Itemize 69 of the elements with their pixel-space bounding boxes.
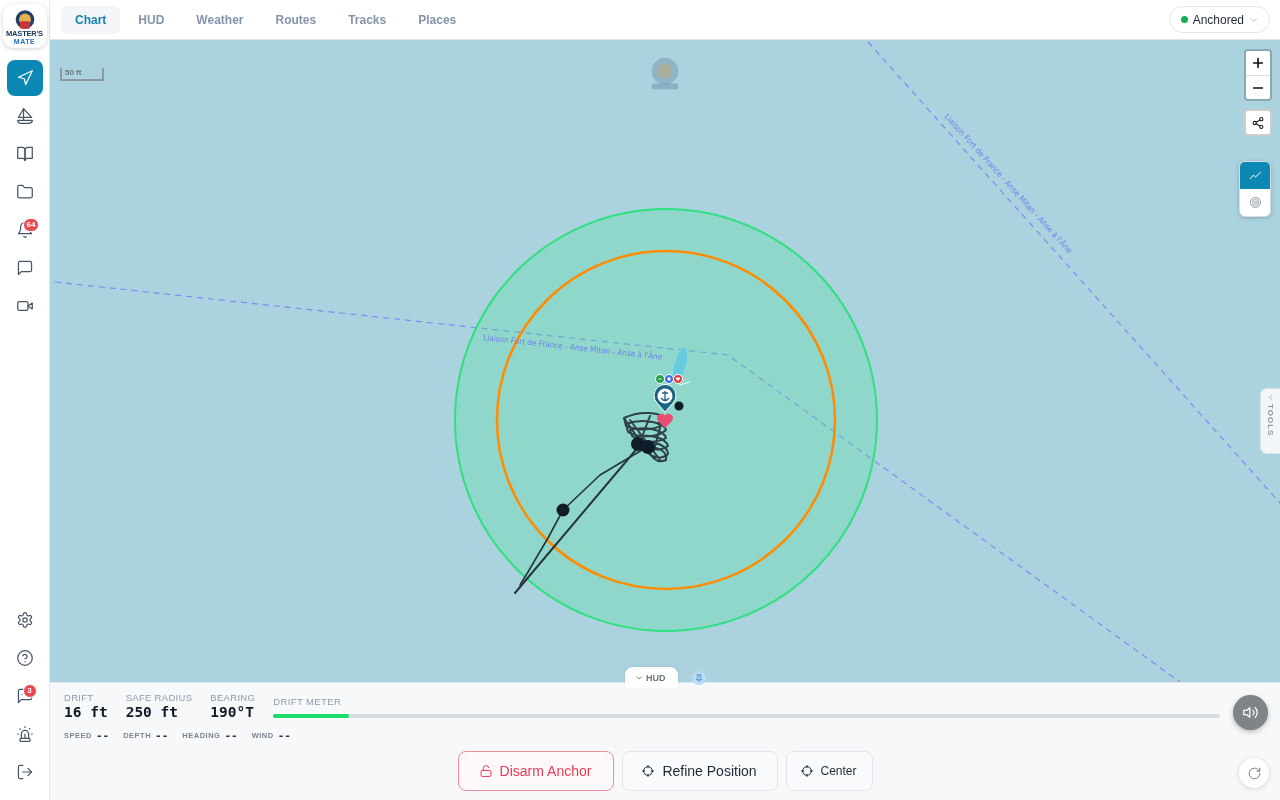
route-label: Liaison Fort de France - Anse Mitan - Anse à l'Âne [482, 333, 681, 364]
tab[interactable]: Chart [61, 5, 121, 34]
zoom-in-button[interactable] [1246, 51, 1270, 75]
stat-label: DRIFT [64, 692, 95, 703]
plus-icon [1252, 57, 1264, 69]
anchor-pin-icon [653, 383, 677, 413]
nav-item[interactable]: 64 [6, 212, 43, 248]
track-point-icon [556, 503, 570, 517]
share-button[interactable] [1244, 109, 1272, 136]
crosshair-icon [801, 765, 814, 777]
target-icon [1249, 197, 1261, 208]
unlocked-padlock-icon [479, 765, 492, 777]
reading-value: -- [224, 729, 238, 742]
reading-value: -- [95, 729, 110, 742]
chart-line-icon [1249, 170, 1261, 181]
stat-value: 250 ft [125, 704, 180, 720]
video-camera-icon [16, 298, 33, 314]
logout-icon [16, 764, 33, 780]
settings-icon [16, 612, 33, 628]
layer-toggle[interactable] [1240, 162, 1270, 189]
tab[interactable]: Routes [261, 5, 331, 34]
stat-label: SAFE RADIUS [125, 692, 193, 703]
notification-badge: 3 [22, 684, 37, 698]
tab[interactable]: Weather [182, 5, 258, 34]
reading-value: -- [277, 729, 291, 742]
action-button[interactable]: Refine Position [621, 751, 778, 791]
tools-tab[interactable]: TOOLS [1260, 388, 1280, 454]
marker-badge-icon [664, 374, 674, 384]
refresh-button[interactable] [1239, 758, 1269, 788]
stat-value: 190°T [210, 704, 255, 720]
marker-badge-icon [673, 374, 683, 384]
scale-bar: 50 ft [60, 68, 104, 81]
tab[interactable]: HUD [124, 5, 179, 34]
layer-toggle[interactable] [1240, 189, 1270, 216]
track-point-icon [641, 440, 655, 454]
nav-item[interactable] [6, 60, 43, 96]
navigation-arrow-icon [16, 70, 33, 86]
sound-button[interactable] [1233, 695, 1268, 730]
crosshair-icon [642, 765, 655, 777]
share-icon [1252, 116, 1264, 129]
folder-icon [16, 184, 33, 200]
boat-position-icon [674, 401, 684, 411]
help-icon [16, 650, 33, 666]
zoom-out-button[interactable] [1246, 75, 1270, 99]
meter-label: DRIFT METER [273, 696, 343, 707]
logo-emblem-icon [13, 10, 36, 29]
status-label: Anchored [1192, 12, 1244, 27]
sailboat-icon [16, 108, 33, 124]
marker-badge-icon [655, 374, 665, 384]
notification-badge: 64 [22, 218, 40, 232]
siren-icon [16, 726, 33, 742]
stat-value: 16 ft [64, 704, 108, 720]
stat-label: BEARING [210, 692, 256, 703]
chevron-down-icon [635, 673, 643, 682]
heart-marker-icon [657, 413, 673, 428]
chat-bubble-icon [16, 260, 33, 276]
tab[interactable]: Tracks [334, 5, 401, 34]
refresh-icon [1247, 766, 1261, 780]
chevron-left-icon [1267, 394, 1274, 401]
speaker-icon [1243, 705, 1258, 720]
pin-icon [695, 674, 703, 682]
reading-value: -- [155, 729, 169, 742]
book-icon [16, 146, 33, 162]
action-button[interactable]: Center [785, 751, 873, 791]
tab[interactable]: Places [404, 5, 471, 34]
hud-toggle[interactable]: HUD [625, 667, 678, 688]
status-dropdown[interactable]: Anchored [1168, 6, 1270, 33]
action-button[interactable]: Disarm Anchor [457, 751, 614, 791]
nav-item[interactable]: 3 [6, 678, 43, 714]
